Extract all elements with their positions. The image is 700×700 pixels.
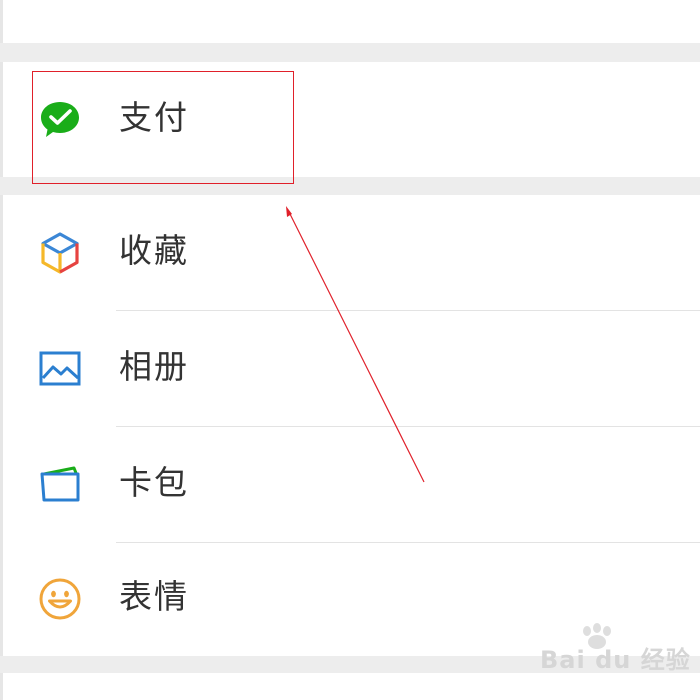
menu-item-label: 收藏	[119, 231, 189, 270]
top-section	[0, 0, 700, 43]
album-picture-icon	[38, 347, 82, 391]
menu-item-label: 支付	[119, 98, 189, 137]
menu-item-favorites[interactable]: 收藏	[0, 195, 700, 310]
watermark-text: Bai du 经验	[540, 646, 691, 674]
menu-item-card-wallet[interactable]: 卡包	[0, 427, 700, 542]
menu-item-label: 卡包	[119, 463, 189, 502]
card-wallet-icon	[38, 463, 82, 507]
bottom-section	[0, 673, 700, 700]
smiley-face-icon	[38, 577, 82, 621]
pay-section: 支付	[0, 62, 700, 177]
menu-item-label: 相册	[119, 347, 189, 386]
menu-item-album[interactable]: 相册	[0, 311, 700, 426]
main-menu-section: 收藏 相册 卡包 表情	[0, 195, 700, 656]
left-edge	[0, 0, 3, 43]
left-edge	[0, 673, 3, 700]
menu-item-label: 表情	[119, 577, 189, 616]
wechat-pay-icon	[38, 98, 82, 142]
menu-item-pay[interactable]: 支付	[0, 62, 700, 177]
favorites-cube-icon	[38, 231, 82, 275]
